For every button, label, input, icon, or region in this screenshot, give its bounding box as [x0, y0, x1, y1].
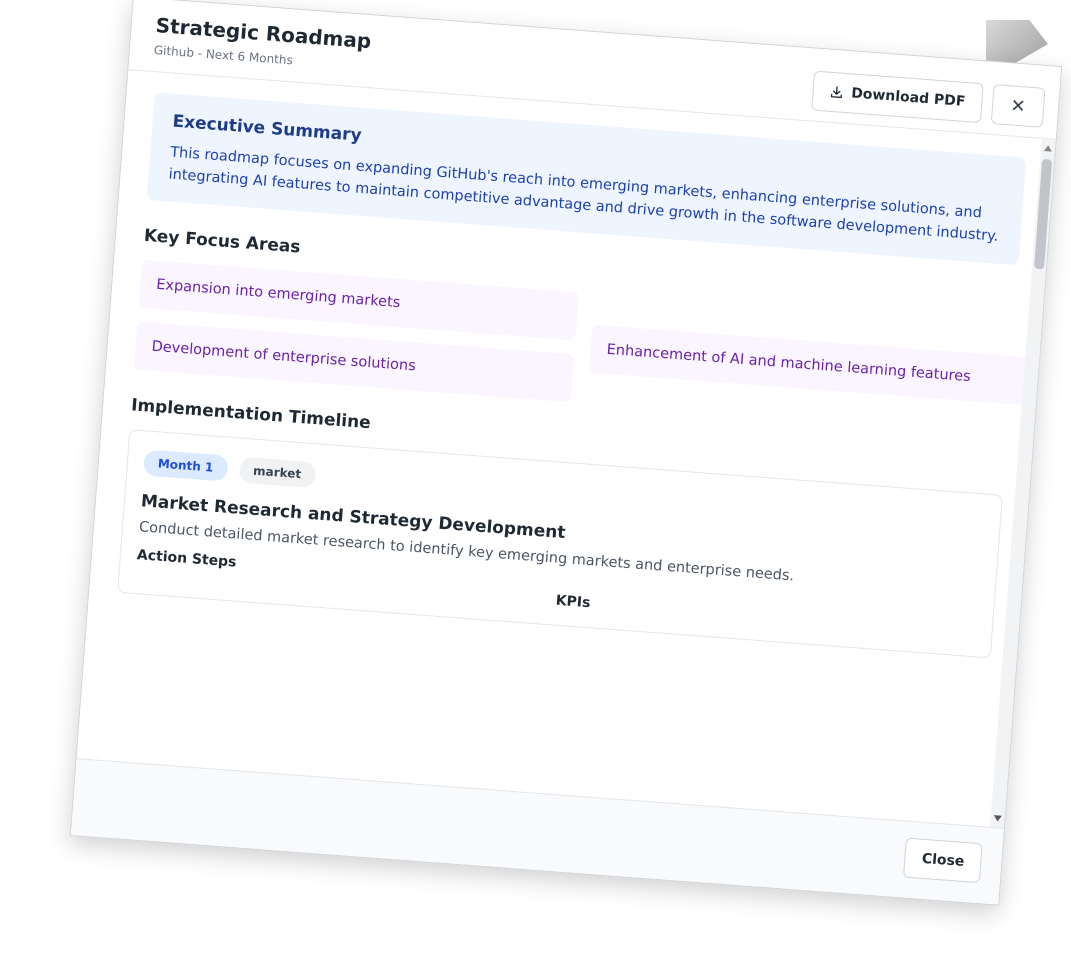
category-badge: market	[238, 456, 317, 489]
modal-subtitle: Github - Next 6 Months	[153, 42, 294, 68]
focus-item: Enhancement of AI and machine learning f…	[588, 324, 1030, 406]
close-button[interactable]: Close	[903, 837, 983, 884]
modal-body[interactable]: Executive Summary This roadmap focuses o…	[75, 70, 1056, 848]
download-pdf-label: Download PDF	[850, 85, 966, 110]
close-icon: ✕	[1009, 94, 1027, 117]
header-actions: Download PDF ✕	[810, 70, 1046, 128]
roadmap-modal: Strategic Roadmap Github - Next 6 Months…	[69, 0, 1063, 906]
close-icon-button[interactable]: ✕	[990, 84, 1046, 128]
scroll-down-arrow-icon[interactable]	[993, 815, 1002, 822]
month-badge: Month 1	[142, 449, 229, 482]
screen: Strategic Roadmap Github - Next 6 Months…	[0, 0, 1071, 964]
download-pdf-button[interactable]: Download PDF	[810, 70, 984, 124]
scroll-up-arrow-icon[interactable]	[1043, 145, 1053, 152]
download-icon	[830, 86, 842, 99]
